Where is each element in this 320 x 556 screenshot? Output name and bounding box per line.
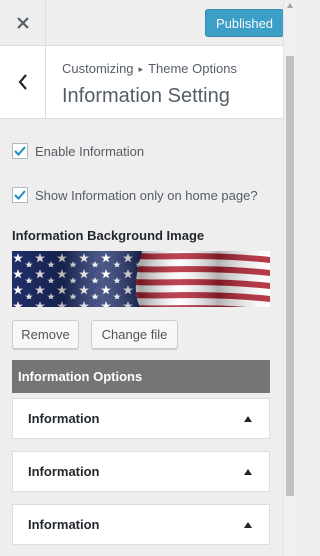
- accordion-title: Information: [28, 517, 100, 532]
- accordion-title: Information: [28, 411, 100, 426]
- breadcrumb-root: Customizing: [62, 61, 134, 76]
- triangle-up-icon[interactable]: [244, 469, 252, 475]
- information-accordion-3[interactable]: Information: [12, 504, 270, 545]
- breadcrumb-panel: Theme Options: [148, 61, 237, 76]
- breadcrumb-separator: ▸: [138, 64, 144, 74]
- us-flag-image: [12, 251, 270, 307]
- information-accordion-1[interactable]: Information: [12, 398, 270, 439]
- scrollbar[interactable]: [283, 0, 296, 556]
- scrollbar-thumb[interactable]: [286, 56, 294, 496]
- enable-information-label[interactable]: Enable Information: [35, 144, 144, 159]
- remove-button[interactable]: Remove: [12, 320, 79, 349]
- home-only-label[interactable]: Show Information only on home page?: [35, 188, 258, 203]
- background-image-label: Information Background Image: [12, 228, 205, 243]
- back-button[interactable]: [0, 46, 46, 118]
- triangle-up-icon[interactable]: [244, 416, 252, 422]
- checkmark-icon: [14, 146, 26, 156]
- scroll-up-icon[interactable]: [287, 3, 293, 8]
- change-file-button[interactable]: Change file: [91, 320, 178, 349]
- section-header: Customizing ▸ Theme Options Information Se…: [0, 46, 283, 119]
- home-only-checkbox[interactable]: [12, 187, 28, 203]
- section-title: Information Setting: [62, 85, 230, 107]
- information-accordion-2[interactable]: Information: [12, 451, 270, 492]
- checkmark-icon: [14, 190, 26, 200]
- breadcrumb: Customizing ▸ Theme Options: [62, 61, 237, 76]
- triangle-up-icon[interactable]: [244, 522, 252, 528]
- close-icon[interactable]: [0, 0, 46, 46]
- chevron-left-icon: [18, 74, 27, 90]
- home-only-control[interactable]: Show Information only on home page?: [12, 187, 258, 203]
- customizer-topbar: Published: [0, 0, 284, 46]
- enable-information-checkbox[interactable]: [12, 143, 28, 159]
- published-button[interactable]: Published: [205, 9, 284, 37]
- accordion-title: Information: [28, 464, 100, 479]
- enable-information-control[interactable]: Enable Information: [12, 143, 144, 159]
- information-options-header: Information Options: [12, 360, 270, 393]
